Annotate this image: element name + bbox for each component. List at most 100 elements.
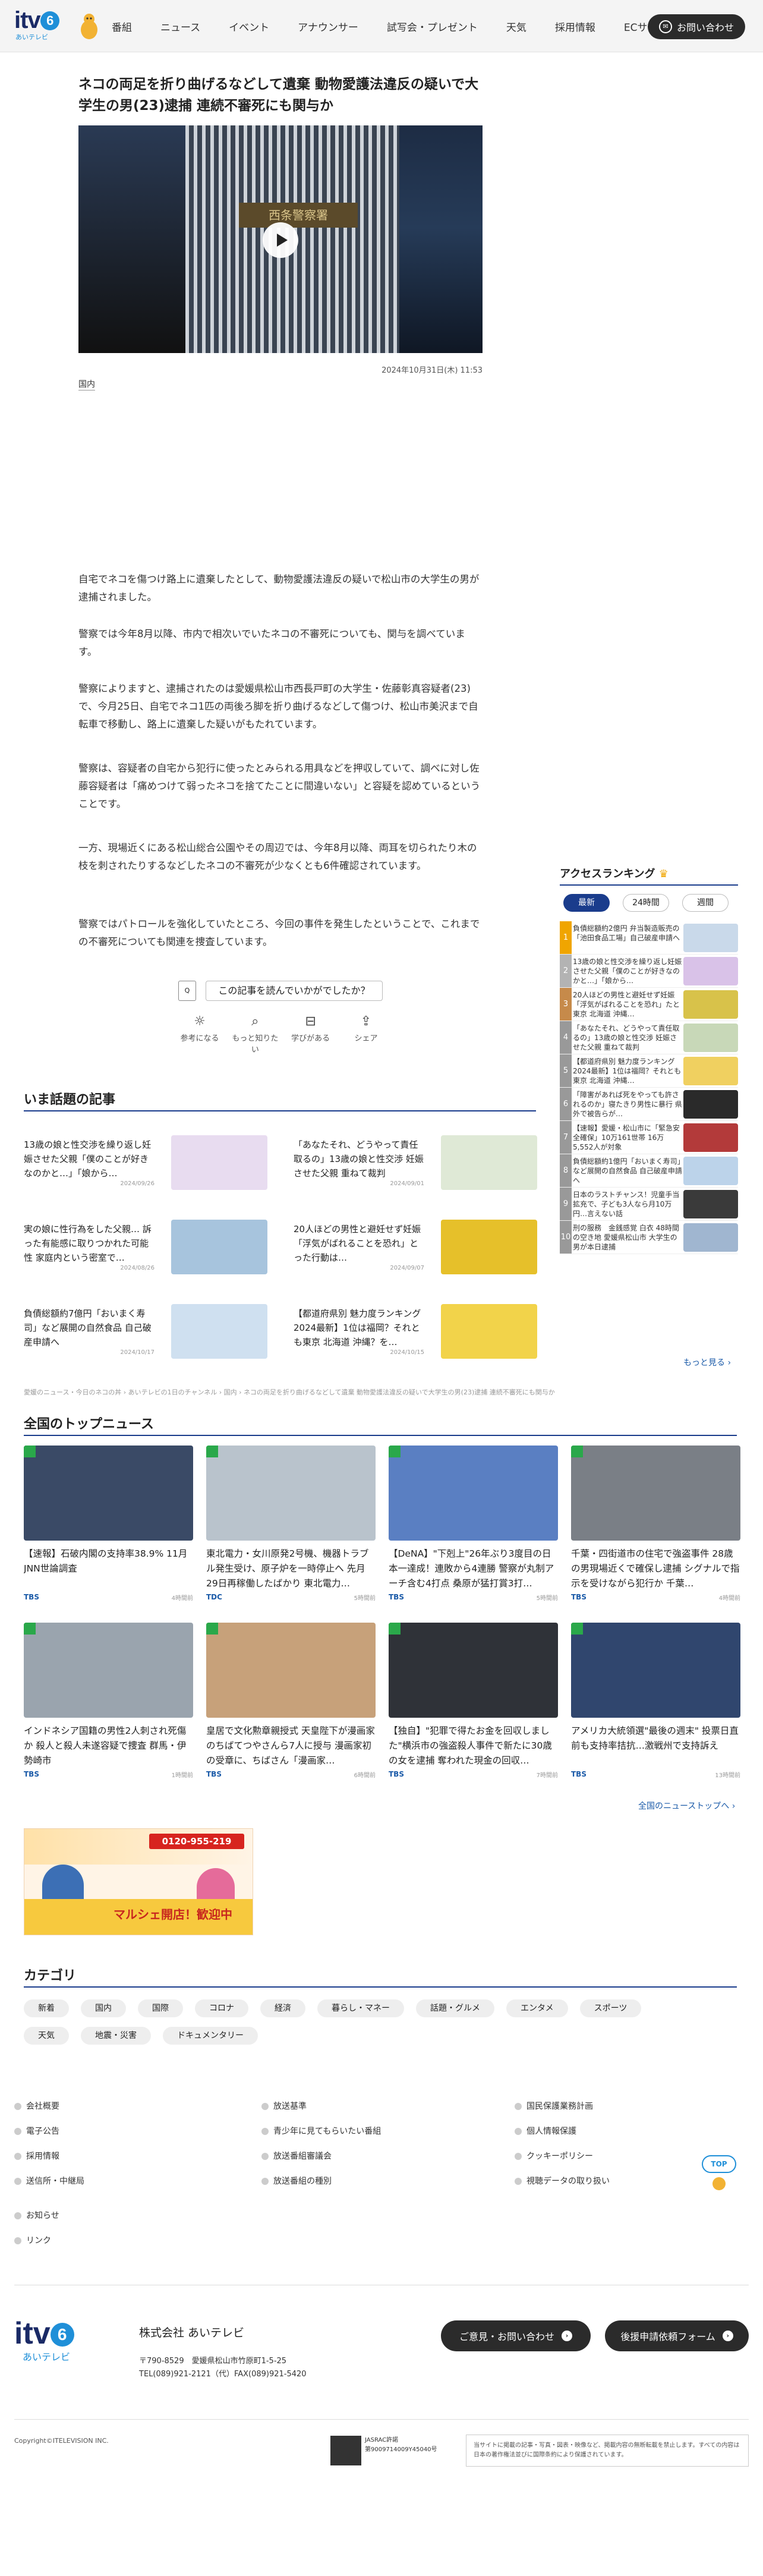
category-chip[interactable]: 国内 bbox=[81, 1999, 126, 2017]
footer-link[interactable]: 放送番組の種別 bbox=[261, 2177, 381, 2186]
footer-link[interactable]: お知らせ bbox=[14, 2211, 59, 2221]
ranking-thumbnail bbox=[683, 1090, 738, 1119]
banner-message: マルシェ開店！歓迎中 bbox=[113, 1907, 232, 1922]
breadcrumb[interactable]: 愛媛のニュース・今日のネコの丼 › あいテレビの1日のチャンネル › 国内 › … bbox=[24, 1387, 594, 1397]
category-chip[interactable]: 地震・災害 bbox=[81, 2027, 151, 2045]
article-paragraph: 一方、現場近くにある松山総合公園やその周辺では、今年8月以降、両耳を切られたり木… bbox=[78, 842, 477, 871]
footer-link[interactable]: 個人情報保護 bbox=[515, 2127, 610, 2136]
news-card[interactable]: アメリカ大統領選"最後の週末" 投票日直前も支持率拮抗…激戦州で支持訴え TBS 1… bbox=[571, 1623, 740, 1783]
article-paragraph: 自宅でネコを傷つけ路上に遺棄したとして、動物愛護法違反の疑いで松山市の大学生の男… bbox=[78, 574, 480, 603]
footer-link[interactable]: 送信所・中継局 bbox=[14, 2177, 84, 2186]
back-to-top-button[interactable]: TOP bbox=[700, 2155, 738, 2191]
news-title: 【DeNA】"下剋上"26年ぶり3度目の日本一達成！連敗から4連勝 警察が丸制ア… bbox=[389, 1548, 554, 1589]
footer-links-col3: 国民保護業務計画 個人情報保護 クッキーポリシー 視聴データの取り扱い bbox=[515, 2102, 610, 2202]
trending-item[interactable]: 「あなたそれ、どうやって責任取るの」13歳の娘と性交渉 妊娠させた父親 重ねて裁… bbox=[294, 1135, 543, 1192]
nav-item-recruit[interactable]: 採用情報 bbox=[555, 19, 595, 34]
category-chip[interactable]: 暮らし・マネー bbox=[317, 1999, 404, 2017]
nav-item-programs[interactable]: 番組 bbox=[112, 19, 132, 34]
trending-date: 2024/09/01 bbox=[390, 1180, 424, 1187]
trending-item[interactable]: 13歳の娘と性交渉を繰り返し妊娠させた父親「僕のことが好きなのかと…」「娘から…… bbox=[24, 1135, 273, 1192]
ranking-number: 8 bbox=[560, 1154, 572, 1187]
site-logo[interactable]: itv 6 あいテレビ bbox=[14, 8, 97, 44]
video-player[interactable]: 西条警察署 bbox=[78, 125, 483, 353]
news-card[interactable]: インドネシア国籍の男性2人刺され死傷か 殺人と殺人未遂容疑で捜査 群馬・伊勢崎市… bbox=[24, 1623, 193, 1783]
category-chip[interactable]: コロナ bbox=[195, 1999, 248, 2017]
footer-link[interactable]: リンク bbox=[14, 2236, 59, 2246]
contact-button[interactable]: ✉ お問い合わせ bbox=[648, 14, 745, 39]
opinion-button[interactable]: ご意見・お問い合わせ › bbox=[441, 2320, 591, 2351]
mascot-icon bbox=[81, 14, 97, 39]
ranking-title-text: アクセスランキング bbox=[560, 868, 655, 880]
news-card[interactable]: 【速報】石破内閣の支持率38.9% 11月JNN世論調査 TBS 4時間前 bbox=[24, 1446, 193, 1606]
ranking-item[interactable]: 7 【速報】愛媛・松山市に「緊急安全確保」10万161世帯 16万5,552人が対… bbox=[560, 1121, 738, 1154]
news-card[interactable]: 【DeNA】"下剋上"26年ぶり3度目の日本一達成！連敗から4連勝 警察が丸制ア… bbox=[389, 1446, 558, 1606]
topnews-more-link[interactable]: 全国のニューストップへ › bbox=[638, 1800, 735, 1812]
category-chip[interactable]: 国際 bbox=[138, 1999, 183, 2017]
ranking-item[interactable]: 1 負債総額約2億円 弁当製造販売の「池田食品工場」自己破産申請へ bbox=[560, 921, 738, 955]
reaction-label: 参考になる bbox=[180, 1034, 219, 1043]
nav-item-presents[interactable]: 試写会・プレゼント bbox=[387, 19, 478, 34]
tab-latest[interactable]: 最新 bbox=[563, 894, 610, 912]
ranking-item[interactable]: 10 刑の服務 金銭感覚 白衣 48時間の空き地 愛媛県松山市 大学生の男が本日逮… bbox=[560, 1221, 738, 1254]
reaction-learn-button[interactable]: ⊟ 学びがある bbox=[287, 1014, 335, 1054]
news-source: TDC bbox=[206, 1593, 222, 1601]
ranking-item[interactable]: 3 20人ほどの男性と避妊せず妊娠「浮気がばれることを恐れ」たと東京 北海道 沖縄… bbox=[560, 988, 738, 1021]
footer-logo[interactable]: itv 6 あいテレビ bbox=[14, 2318, 92, 2377]
nav-item-news[interactable]: ニュース bbox=[160, 19, 200, 34]
nav-item-announcers[interactable]: アナウンサー bbox=[298, 19, 358, 34]
ranking-item[interactable]: 9 日本のラストチャンス！児童手当拡充で、子ども3人なら月10万円…言えない話 bbox=[560, 1188, 738, 1221]
category-chip[interactable]: スポーツ bbox=[579, 1999, 642, 2017]
address-line: 〒790-8529 愛媛県松山市竹原町1-5-25 bbox=[139, 2357, 287, 2366]
news-time: 5時間前 bbox=[536, 1595, 558, 1602]
news-card[interactable]: 東北電力・女川原発2号機、機器トラブル発生受け、原子炉を一時停止へ 先月29日再… bbox=[206, 1446, 376, 1606]
news-time: 4時間前 bbox=[171, 1595, 193, 1602]
ranking-thumbnail bbox=[683, 957, 738, 985]
ranking-item[interactable]: 5 【都道府県別 魅力度ランキング2024最新】1位は福岡？それとも東京 北海道 … bbox=[560, 1054, 738, 1088]
ranking-more-link[interactable]: もっと見る › bbox=[683, 1356, 731, 1368]
share-button[interactable]: ⇪ シェア bbox=[342, 1014, 390, 1054]
ranking-number: 6 bbox=[560, 1088, 572, 1120]
jasrac-logo bbox=[330, 2436, 361, 2465]
footer-link[interactable]: 青少年に見てもらいたい番組 bbox=[261, 2127, 381, 2136]
footer-link[interactable]: 視聴データの取り扱い bbox=[515, 2177, 610, 2186]
trending-item[interactable]: 実の娘に性行為をした父親… 訴った有能感に取りつかれた可能性 家庭内という密室で… bbox=[24, 1220, 273, 1277]
reaction-helpful-button[interactable]: ☼ 参考になる bbox=[176, 1014, 223, 1054]
category-chip[interactable]: 天気 bbox=[24, 2027, 69, 2045]
reaction-buttons: ☼ 参考になる ⌕ もっと知りたい ⊟ 学びがある ⇪ シェア bbox=[176, 1014, 390, 1054]
ranking-item[interactable]: 6 「障害があれば死をやっても許されるのか」寝たきり男性に暴行 県外で被告らが… bbox=[560, 1088, 738, 1121]
tab-weekly[interactable]: 週間 bbox=[682, 894, 729, 912]
news-card[interactable]: 【独自】"犯罪で得たお金を回収しました"横浜市の強盗殺人事件で新たに30歳の女を… bbox=[389, 1623, 558, 1783]
news-card[interactable]: 皇居で文化勲章親授式 天皇陛下が漫画家のちばてつやさんら7人に授与 漫画家初の受… bbox=[206, 1623, 376, 1783]
news-card[interactable]: 千葉・四街道市の住宅で強盗事件 28歳の男現場近くで確保し逮捕 シグナルで指示を… bbox=[571, 1446, 740, 1606]
trending-item[interactable]: 20人ほどの男性と避妊せず妊娠「浮気がばれることを恐れ」とった行動は… 2024/… bbox=[294, 1220, 543, 1277]
article-category-tag[interactable]: 国内 bbox=[78, 378, 95, 391]
play-icon[interactable] bbox=[263, 222, 298, 258]
request-form-button[interactable]: 後援申請依頼フォーム › bbox=[605, 2320, 749, 2351]
footer-link[interactable]: 採用情報 bbox=[14, 2152, 84, 2161]
footer-link[interactable]: クッキーポリシー bbox=[515, 2152, 610, 2161]
category-chip[interactable]: 新着 bbox=[24, 1999, 69, 2017]
footer-link[interactable]: 会社概要 bbox=[14, 2102, 84, 2111]
footer-link[interactable]: 国民保護業務計画 bbox=[515, 2102, 610, 2111]
category-chip[interactable]: 話題・グルメ bbox=[416, 1999, 494, 2017]
footer-link[interactable]: 放送基準 bbox=[261, 2102, 381, 2111]
trending-item[interactable]: 負債総額約7億円「おいまく寿司」など展開の自然食品 自己破産申請へ 2024/10… bbox=[24, 1304, 273, 1361]
category-chip[interactable]: ドキュメンタリー bbox=[163, 2027, 258, 2045]
promo-banner[interactable]: 0120-955-219 マルシェ開店！歓迎中 bbox=[24, 1828, 253, 1935]
article-date: 2024年10月31日(木) 11:53 bbox=[382, 366, 483, 375]
tab-24h[interactable]: 24時間 bbox=[623, 894, 669, 912]
category-chip[interactable]: エンタメ bbox=[506, 1999, 568, 2017]
news-thumbnail bbox=[571, 1623, 740, 1718]
nav-item-weather[interactable]: 天気 bbox=[506, 19, 526, 34]
footer-links-col1b: お知らせ リンク bbox=[14, 2211, 59, 2261]
ranking-item[interactable]: 2 13歳の娘と性交渉を繰り返し妊娠させた父親「僕のことが好きなのかと…」「娘から… bbox=[560, 955, 738, 988]
footer-link[interactable]: 放送番組審議会 bbox=[261, 2152, 381, 2161]
footer-link[interactable]: 電子公告 bbox=[14, 2127, 84, 2136]
ranking-text: 日本のラストチャンス！児童手当拡充で、子ども3人なら月10万円…言えない話 bbox=[573, 1191, 680, 1218]
ranking-item[interactable]: 4 「あなたそれ、どうやって責任取るの」13歳の娘と性交渉 妊娠させた父親 重ねて… bbox=[560, 1021, 738, 1054]
trending-item[interactable]: 【都道府県別 魅力度ランキング2024最新】1位は福岡？それとも東京 北海道 沖… bbox=[294, 1304, 543, 1361]
category-chip[interactable]: 経済 bbox=[260, 1999, 305, 2017]
ranking-item[interactable]: 8 負債総額約1億円「おいまく寿司」など展開の自然食品 自己破産申請へ bbox=[560, 1154, 738, 1188]
reaction-more-button[interactable]: ⌕ もっと知りたい bbox=[231, 1014, 279, 1054]
nav-item-events[interactable]: イベント bbox=[229, 19, 269, 34]
